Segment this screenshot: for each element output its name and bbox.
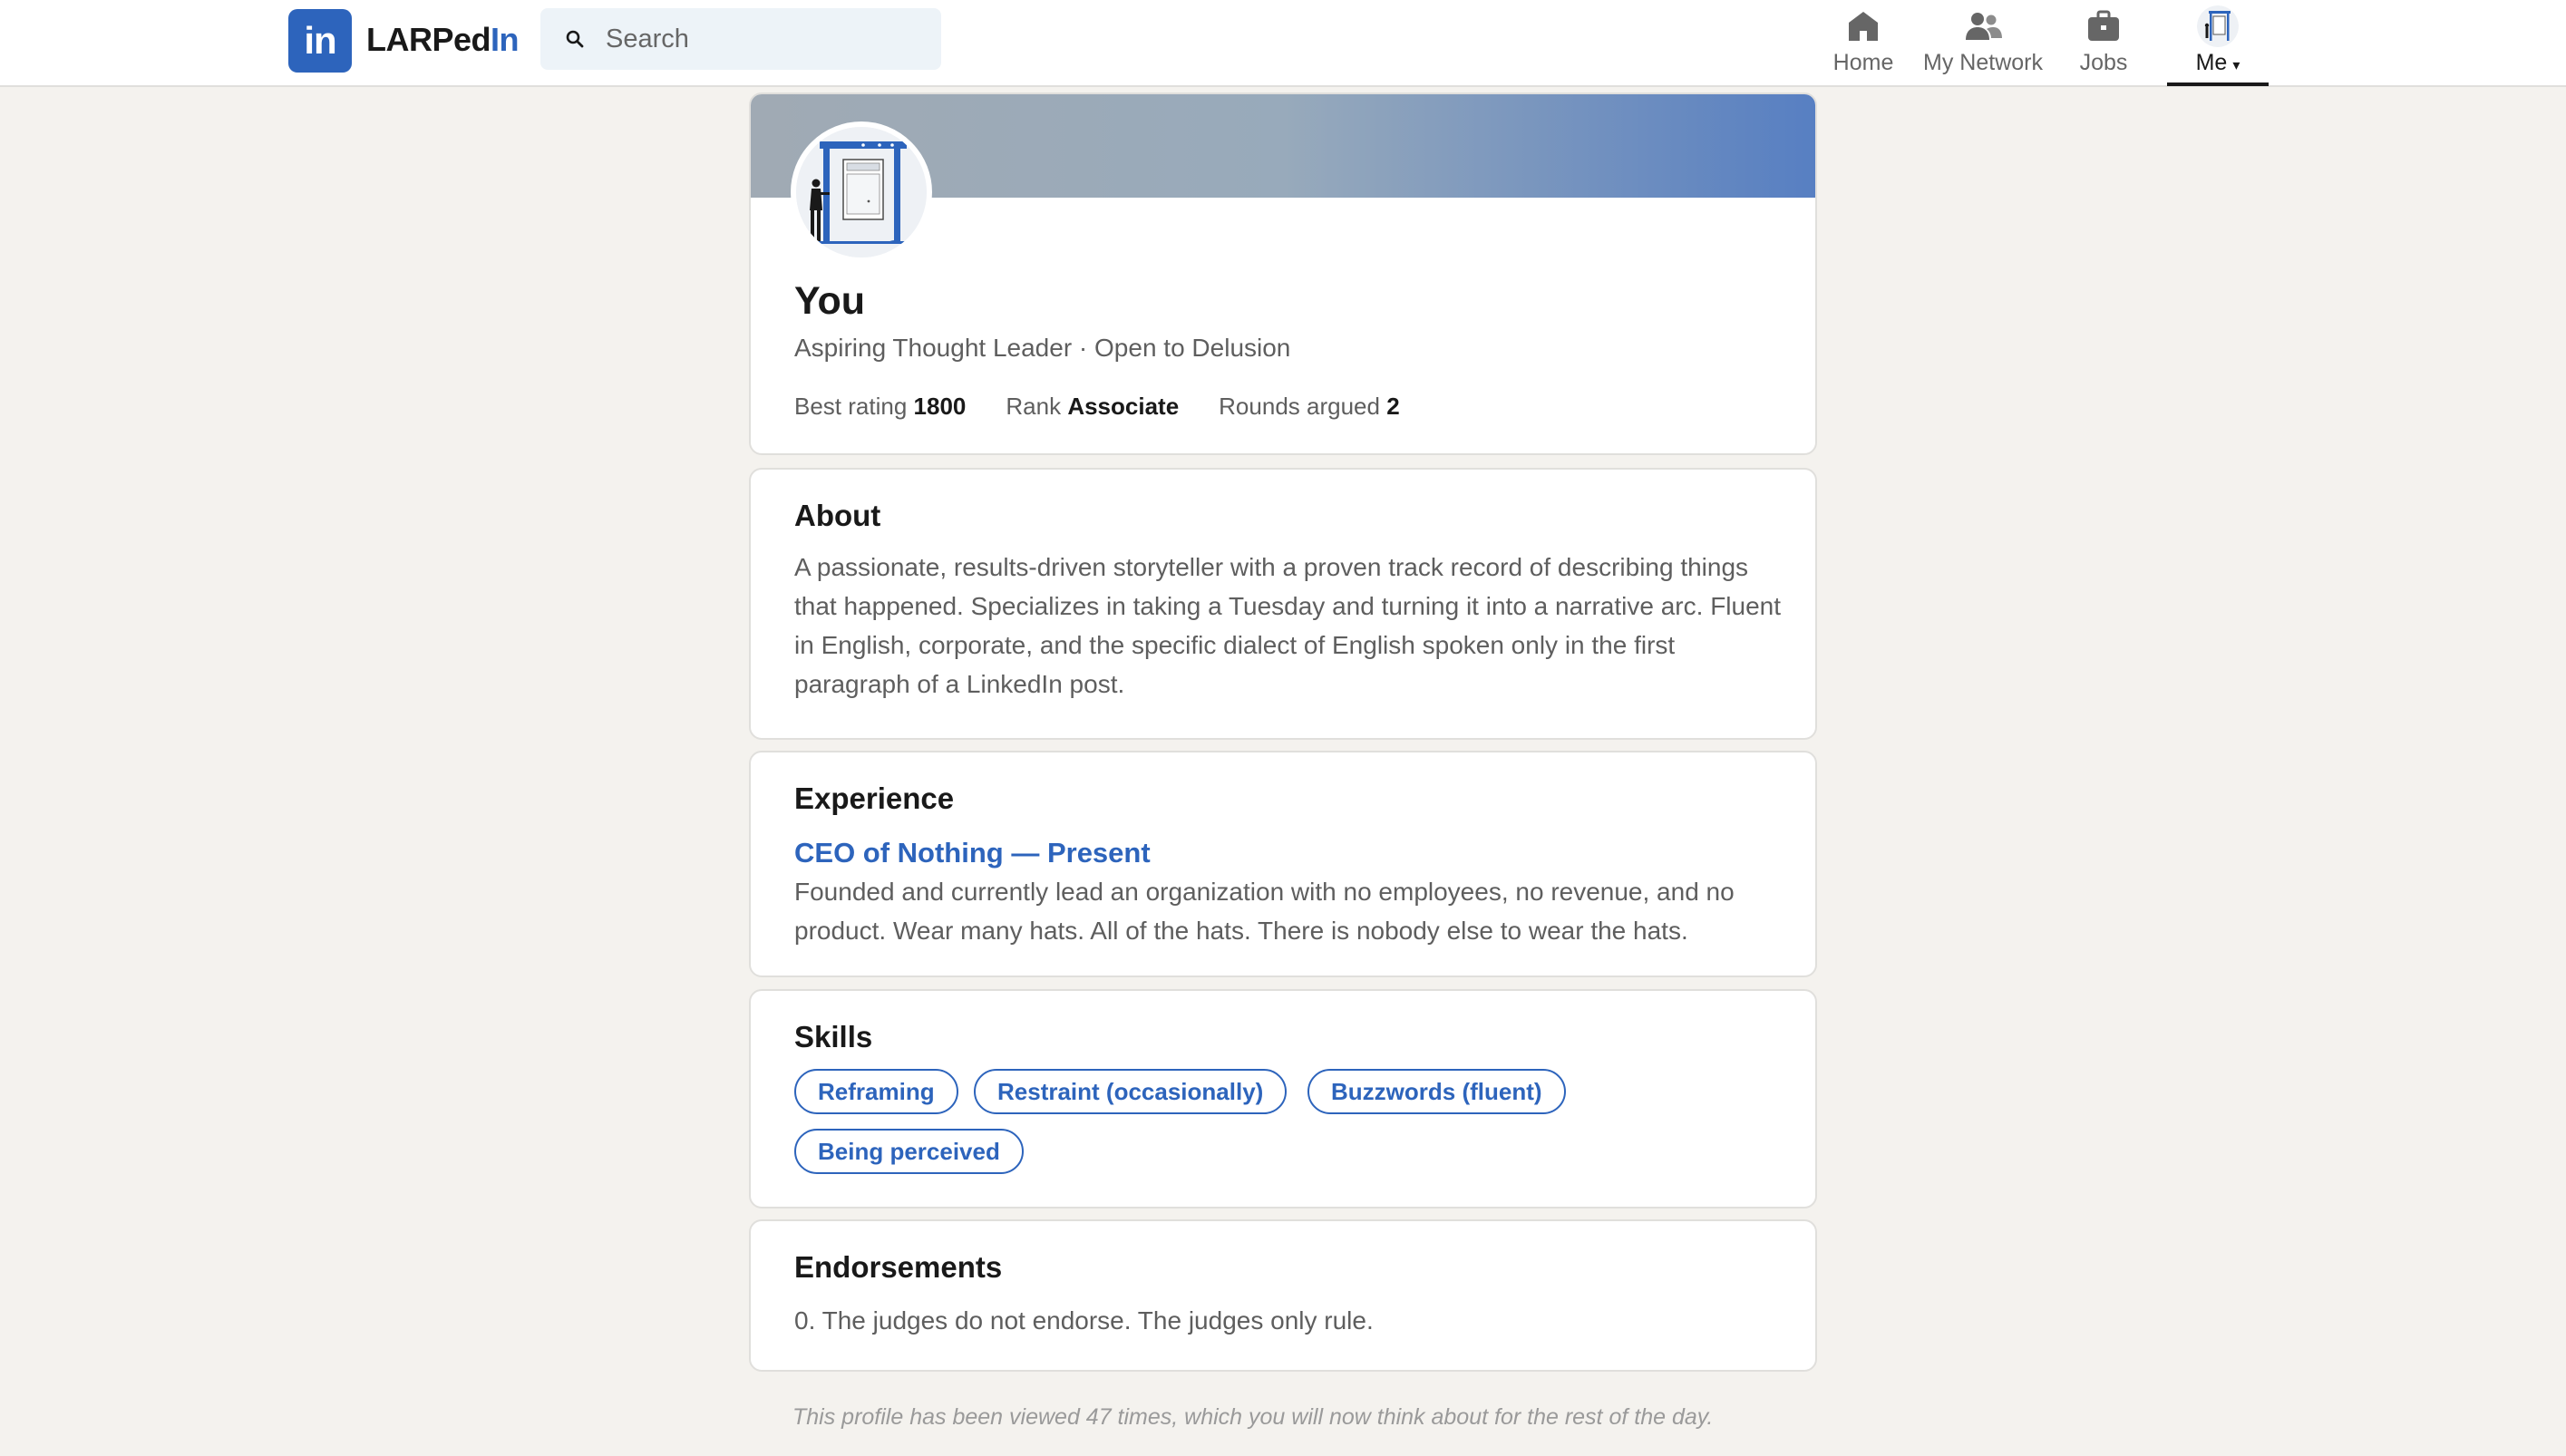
skill-pill[interactable]: Being perceived [794,1129,1024,1174]
logo-icon[interactable]: in [288,9,352,73]
chevron-down-icon: ▾ [2232,58,2240,73]
about-title: About [794,499,881,532]
brand-main: LARPed [366,21,491,58]
experience-role-link[interactable]: CEO of Nothing — Present [794,834,1151,872]
endorsements-text: 0. The judges do not endorse. The judges… [794,1306,1374,1335]
stat-value: 2 [1386,393,1400,420]
nav-my-network-label: My Network [1923,50,2043,75]
stat-rank: Rank Associate [1006,390,1179,422]
endorsements-card: Endorsements 0. The judges do not endors… [749,1219,1817,1372]
home-icon [1849,12,1878,41]
experience-title: Experience [794,781,955,815]
stat-best-rating: Best rating 1800 [794,390,966,422]
search-bar[interactable] [540,8,941,70]
experience-card: Experience CEO of Nothing — Present Foun… [749,751,1817,977]
skill-pill[interactable]: Reframing [794,1069,958,1114]
avatar-icon [2197,5,2239,47]
stat-label: Rounds argued [1219,393,1380,420]
avatar-illustration-icon [796,127,927,257]
profile-stats: Best rating 1800 Rank Associate Rounds a… [794,390,1440,422]
active-nav-indicator [2167,83,2269,86]
search-input[interactable] [606,8,923,70]
stat-value: 1800 [913,393,967,420]
profile-card: You Aspiring Thought Leader · Open to De… [749,92,1817,455]
stat-label: Rank [1006,393,1062,420]
profile-headline: Aspiring Thought Leader · Open to Delusi… [794,334,1291,362]
profile-name: You [794,279,866,323]
nav-me-label: Me ▾ [2196,49,2240,80]
brand-accent: In [491,21,520,58]
nav-me[interactable]: Me ▾ [2167,5,2269,83]
endorsements-title: Endorsements [794,1250,1003,1284]
skills-card: Skills Reframing Restraint (occasionally… [749,989,1817,1208]
profile-avatar[interactable] [791,121,932,263]
about-card: About A passionate, results-driven story… [749,468,1817,740]
nav-home-label: Home [1832,50,1894,75]
nav-me-text: Me [2195,50,2228,75]
nav-jobs[interactable]: Jobs [2069,5,2138,83]
skill-pill[interactable]: Buzzwords (fluent) [1307,1069,1566,1114]
nav-jobs-label: Jobs [2079,50,2128,75]
search-icon [566,30,584,48]
people-icon [1966,13,2002,40]
nav-home[interactable]: Home [1824,5,1902,83]
nav-my-network[interactable]: My Network [1917,5,2049,83]
skill-pill[interactable]: Restraint (occasionally) [974,1069,1288,1114]
stat-rounds-argued: Rounds argued 2 [1219,390,1400,422]
brand-name[interactable]: LARPedIn [366,20,520,60]
profile-views-note: This profile has been viewed 47 times, w… [792,1404,1714,1430]
skills-title: Skills [794,1020,873,1053]
briefcase-icon [2088,10,2119,41]
about-text: A passionate, results-driven storyteller… [794,553,1782,698]
stat-label: Best rating [794,393,908,420]
stat-value: Associate [1067,393,1180,420]
experience-description: Founded and currently lead an organizati… [794,878,1735,945]
top-nav: in LARPedIn Home My Network Jobs [0,0,2566,87]
